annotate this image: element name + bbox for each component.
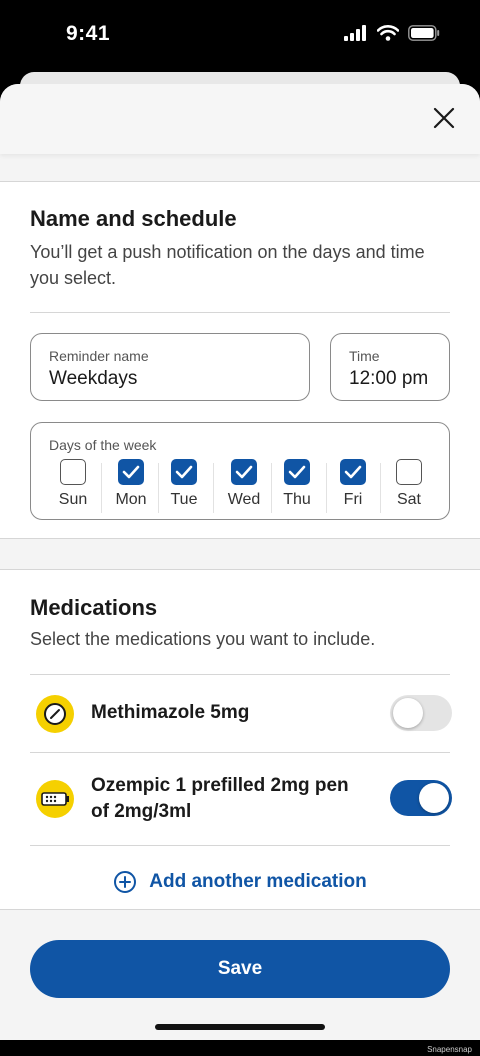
day-mon[interactable]: Mon [103,459,159,511]
checkmark-icon [122,465,140,479]
section-subtitle: Select the medications you want to inclu… [30,629,376,649]
reminder-name-field[interactable]: Reminder name Weekdays [30,333,310,401]
section-title: Name and schedule [30,206,237,231]
medication-toggle[interactable] [390,695,452,731]
home-indicator [155,1024,325,1030]
day-sun[interactable]: Sun [45,459,101,511]
reminder-name-value: Weekdays [49,368,138,389]
status-bar: 9:41 [0,0,480,72]
name-schedule-section: Name and schedule You’ll get a push noti… [0,181,480,539]
watermark: Snapensnap [427,1045,472,1054]
section-title: Medications [30,595,158,620]
day-label: Wed [227,491,261,508]
toggle-knob [419,783,449,813]
checkbox-wed[interactable] [231,459,257,485]
checkbox-tue[interactable] [171,459,197,485]
add-medication-button[interactable]: Add another medication [0,862,480,902]
sheet-header [0,84,480,154]
medication-row: Methimazole 5mg [30,675,452,752]
medication-toggle[interactable] [390,780,452,816]
checkbox-sat[interactable] [396,459,422,485]
time-field[interactable]: Time 12:00 pm [330,333,450,401]
pill-icon [36,695,74,733]
day-tue[interactable]: Tue [156,459,212,511]
days-label: Days of the week [49,437,157,453]
day-label: Fri [343,491,363,508]
reminder-sheet: Name and schedule You’ll get a push noti… [0,84,480,1040]
checkmark-icon [344,465,362,479]
add-medication-label: Add another medication [149,871,367,892]
checkbox-sun[interactable] [60,459,86,485]
toggle-knob [393,698,423,728]
pen-injector-icon [36,780,74,818]
day-label: Tue [170,491,198,508]
day-divider [101,463,102,513]
cellular-signal-icon [344,25,366,41]
day-divider [213,463,214,513]
divider [30,312,450,313]
checkmark-icon [175,465,193,479]
section-subtitle: You’ll get a push notification on the da… [30,242,425,288]
reminder-name-label: Reminder name [49,348,149,364]
day-wed[interactable]: Wed [216,459,272,511]
status-time: 9:41 [66,22,111,45]
status-icons [344,25,440,41]
day-label: Mon [115,491,147,508]
time-value: 12:00 pm [349,368,429,389]
close-icon [433,107,455,129]
day-sat[interactable]: Sat [381,459,437,511]
day-fri[interactable]: Fri [325,459,381,511]
medication-row: Ozempic 1 prefilled 2mg pen of 2mg/3ml [30,753,452,845]
medication-name: Methimazole 5mg [91,702,250,723]
checkmark-icon [288,465,306,479]
day-label: Sat [396,491,421,508]
medications-section: Medications Select the medications you w… [0,569,480,910]
day-thu[interactable]: Thu [269,459,325,511]
plus-circle-icon [114,871,137,893]
medication-name: Ozempic 1 prefilled 2mg pen of 2mg/3ml [91,775,349,822]
day-label: Sun [58,491,88,508]
checkmark-icon [235,465,253,479]
checkbox-thu[interactable] [284,459,310,485]
close-button[interactable] [430,104,458,132]
time-label: Time [349,348,380,364]
divider [30,845,450,846]
battery-icon [408,25,440,41]
checkbox-fri[interactable] [340,459,366,485]
wifi-icon [377,25,399,41]
days-of-week-field: Days of the week Sun Mon Tue Wed Thu Fri… [30,422,450,520]
day-label: Thu [283,491,311,508]
checkbox-mon[interactable] [118,459,144,485]
save-button[interactable]: Save [30,940,450,998]
